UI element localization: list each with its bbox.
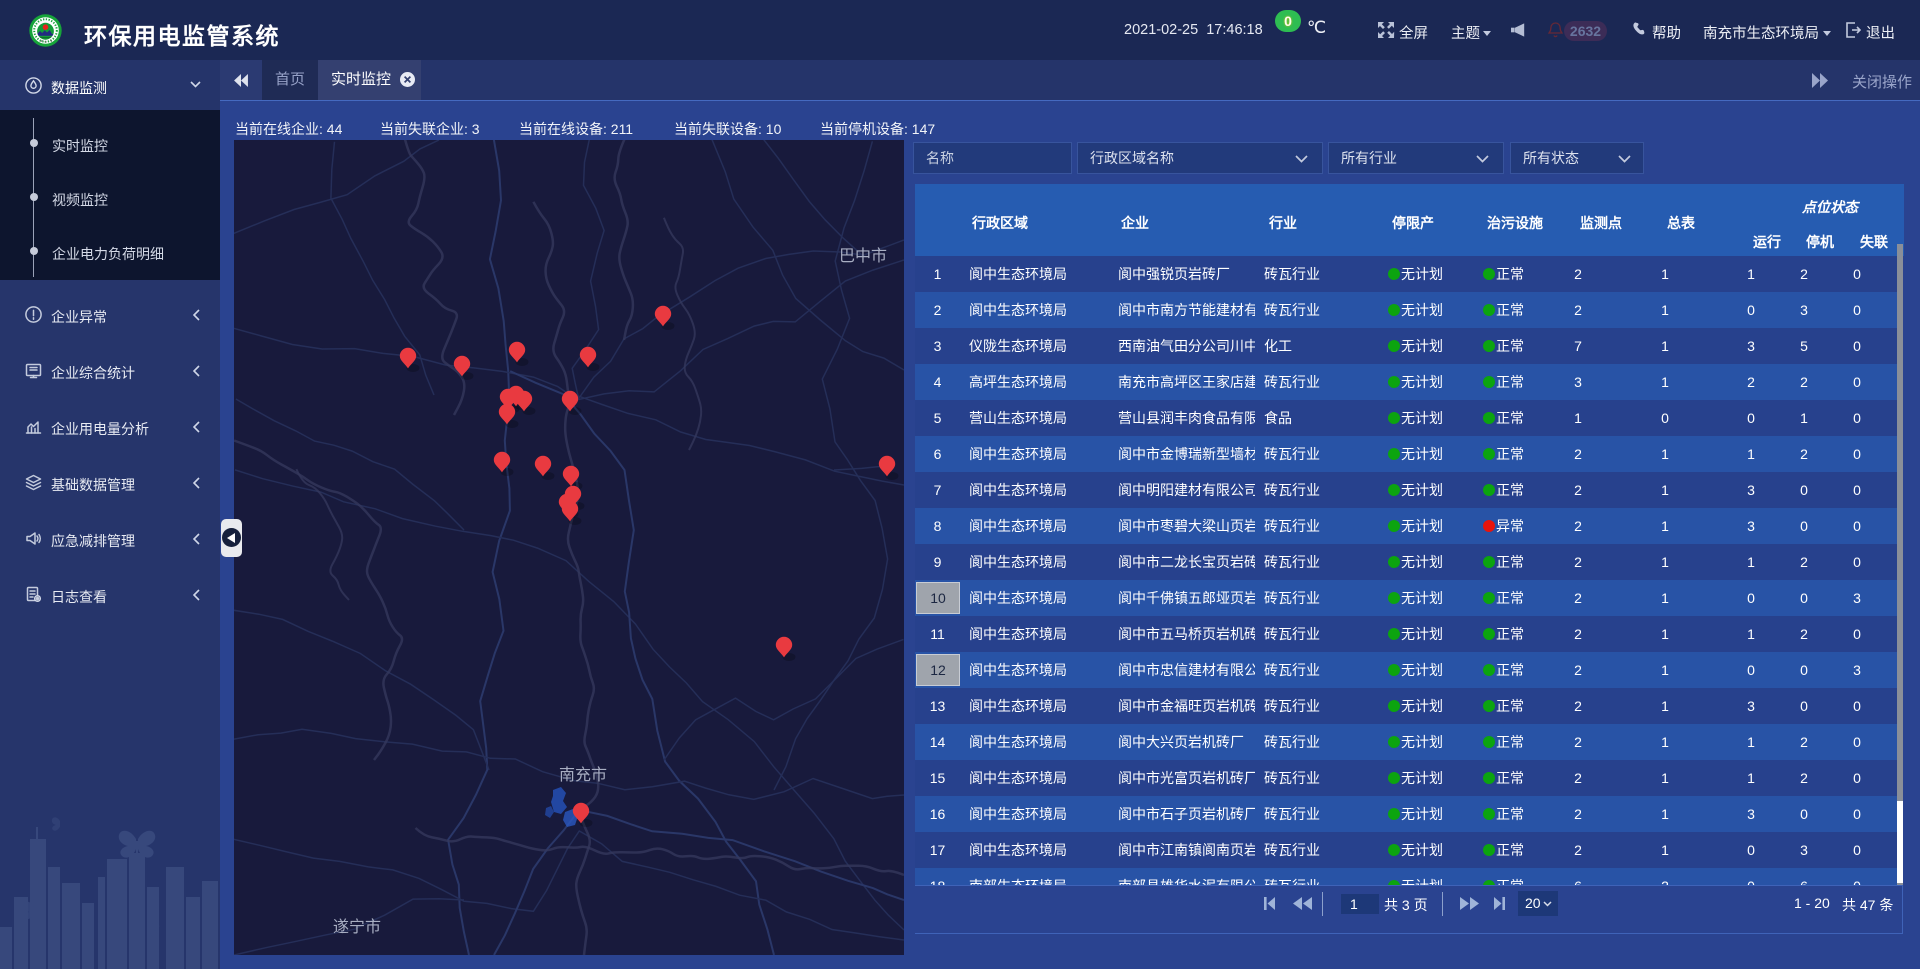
- svg-text:遂宁市: 遂宁市: [333, 918, 381, 936]
